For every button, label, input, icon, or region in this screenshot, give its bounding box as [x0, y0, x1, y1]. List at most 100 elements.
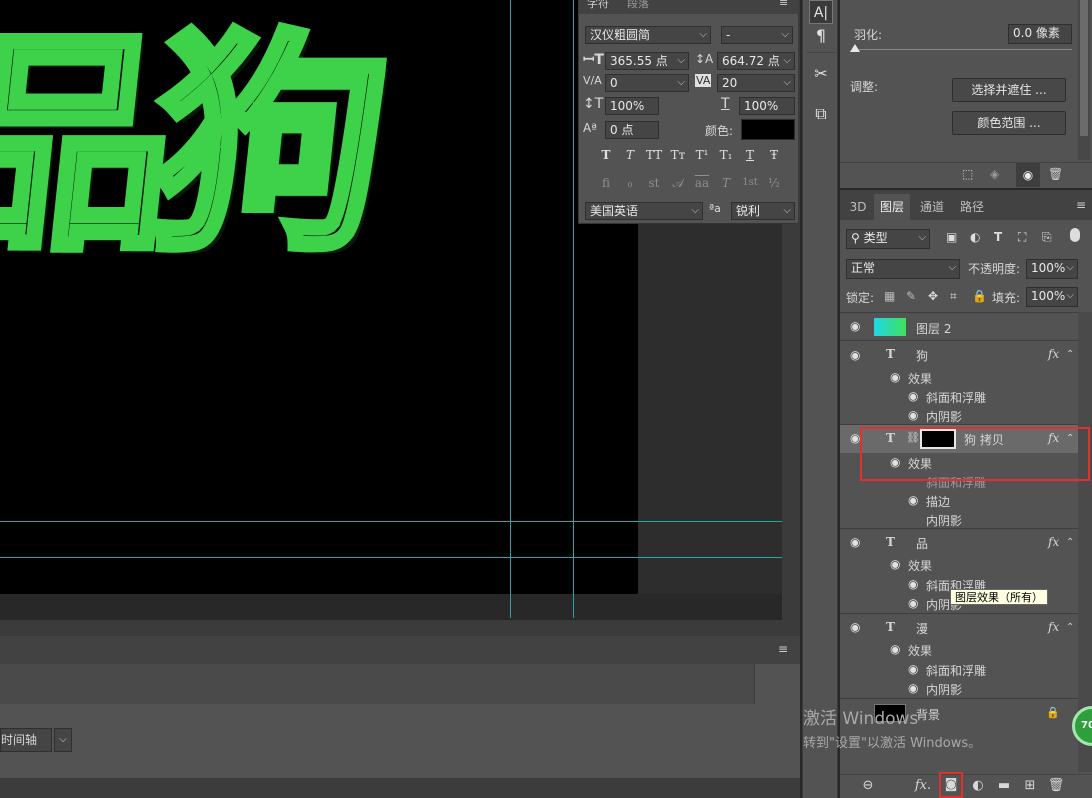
eye-icon[interactable]: ◉ [908, 681, 918, 695]
stylistic-alternates-button[interactable]: aa [691, 174, 713, 192]
opacity-field[interactable]: 100% ⌵ [1026, 259, 1078, 279]
filter-pixel-icon[interactable]: ▣ [946, 230, 957, 244]
fractions-button[interactable]: ½ [763, 174, 785, 192]
effect-name[interactable]: 斜面和浮雕 [926, 389, 986, 406]
new-group-icon[interactable]: ▬ [994, 776, 1014, 796]
properties-scrollbar[interactable] [1078, 0, 1090, 160]
faux-bold-button[interactable]: T [595, 146, 617, 164]
vertical-scale-field[interactable]: 100% [605, 97, 659, 115]
eye-icon[interactable]: ◉ [908, 577, 918, 591]
add-layer-style-icon[interactable]: fx. [913, 776, 933, 796]
tab-paths[interactable]: 路径 [954, 194, 990, 220]
underline-button[interactable]: T [739, 146, 761, 164]
select-and-mask-button[interactable]: 选择并遮住 ... [952, 78, 1066, 102]
paragraph-panel-icon[interactable]: ¶ [809, 24, 833, 48]
collapse-icon[interactable]: ⌃ [1066, 622, 1074, 633]
swash-button[interactable]: 𝒜 [667, 174, 689, 192]
layer-name[interactable]: 漫 [916, 620, 928, 637]
layer-name[interactable]: 背景 [916, 706, 940, 723]
contextual-alternates-button[interactable]: st [643, 174, 665, 192]
superscript-button[interactable]: T¹ [691, 146, 713, 164]
effect-name[interactable]: 内阴影 [926, 408, 962, 425]
collapse-icon[interactable]: ⌃ [1066, 349, 1074, 360]
ordinals-button[interactable]: 1st [739, 174, 761, 192]
font-size-field[interactable]: 365.55 点 ⌵ [605, 52, 689, 70]
strikethrough-button[interactable]: Ŧ [763, 146, 785, 164]
lock-icon[interactable]: 🔒 [1046, 706, 1060, 719]
trash-icon[interactable]: 🗑 [1048, 167, 1063, 181]
collapse-icon[interactable]: ⌃ [1066, 537, 1074, 548]
fill-field[interactable]: 100% ⌵ [1026, 287, 1078, 307]
filter-smartobject-icon[interactable]: ⎘ [1042, 230, 1052, 245]
blend-mode-select[interactable]: 正常 ⌵ [846, 259, 960, 279]
feather-slider-track[interactable] [854, 49, 1072, 50]
lock-position-icon[interactable]: ✥ [928, 289, 938, 303]
eye-icon[interactable]: ◉ [890, 557, 900, 571]
filter-toggle-icon[interactable] [1070, 228, 1080, 242]
filter-type-icon[interactable]: T [994, 230, 1002, 244]
layers-scrollbar[interactable] [1078, 312, 1092, 772]
eye-icon[interactable]: ◉ [908, 493, 918, 507]
effect-name[interactable]: 斜面和浮雕 [926, 662, 986, 679]
layer-list[interactable]: ◉ 图层 2 ◉ T 狗 fx ⌃ ◉ 效果 ◉ 斜面和浮雕 ◉ 内阴影 ◉ T… [840, 312, 1078, 772]
leading-field[interactable]: 664.72 点 ⌵ [717, 52, 795, 70]
layer-row[interactable]: ◉ T 漫 fx ⌃ ◉ 效果 ◉ 斜面和浮雕 ◉ 内阴影 [840, 613, 1078, 698]
fx-icon[interactable]: fx [1048, 620, 1059, 634]
font-style-select[interactable]: - ⌵ [721, 26, 793, 44]
eye-icon[interactable]: ◉ [850, 348, 860, 362]
all-caps-button[interactable]: TT [643, 146, 665, 164]
eye-icon[interactable]: ◉ [908, 408, 918, 422]
effect-name[interactable]: 内阴影 [926, 681, 962, 698]
apply-mask-icon[interactable]: ◈ [990, 167, 999, 181]
eye-icon[interactable]: ◉ [850, 431, 860, 445]
filter-adjustment-icon[interactable]: ◐ [970, 230, 980, 244]
eye-icon[interactable]: ◉ [850, 535, 860, 549]
add-mask-icon[interactable]: ◙ [939, 772, 963, 798]
horizontal-scale-field[interactable]: 100% [739, 97, 795, 115]
discretionary-ligature-button[interactable]: ℴ [619, 174, 641, 192]
font-family-select[interactable]: 汉仪粗圆简 ⌵ [585, 26, 711, 44]
panel-menu-icon[interactable]: ≡ [1076, 198, 1086, 212]
titling-alternates-button[interactable]: T [715, 174, 737, 192]
layer-name[interactable]: 图层 2 [916, 320, 951, 337]
lock-transparency-icon[interactable]: ▦ [884, 289, 895, 303]
eye-icon[interactable]: ◉ [850, 620, 860, 634]
eye-icon[interactable]: ◉ [890, 370, 900, 384]
load-selection-icon[interactable]: ⬚ [962, 167, 973, 181]
eye-icon[interactable]: ◉ [908, 662, 918, 676]
antialias-select[interactable]: 锐利 ⌵ [731, 202, 795, 220]
create-timeline-button[interactable]: 时间轴 [0, 728, 52, 752]
filter-shape-icon[interactable]: ⛶ [1018, 230, 1026, 245]
link-layers-icon[interactable]: ⊖ [858, 776, 878, 796]
horizontal-scrollbar[interactable] [0, 620, 800, 636]
document-canvas[interactable]: 品狗 品狗 [0, 0, 638, 594]
baseline-shift-field[interactable]: 0 点 [605, 121, 659, 139]
panel-menu-icon[interactable]: ≡ [778, 642, 788, 656]
filter-kind-select[interactable]: ⚲ 类型 ⌵ [846, 229, 930, 249]
kerning-field[interactable]: 0 ⌵ [605, 74, 689, 92]
eye-icon[interactable]: ◉ [890, 642, 900, 656]
fx-icon[interactable]: fx [1048, 535, 1059, 549]
panel-menu-icon[interactable]: ≡ [779, 0, 788, 9]
lock-all-icon[interactable]: 🔒 [972, 289, 987, 303]
glyphs-panel-icon[interactable]: ⧉ [809, 102, 833, 126]
feather-slider-handle[interactable] [850, 44, 860, 52]
adjustment-layer-icon[interactable]: ◐ [968, 776, 988, 796]
fx-icon[interactable]: fx [1048, 347, 1059, 361]
text-color-swatch[interactable] [741, 119, 795, 140]
character-panel-icon[interactable]: A| [809, 0, 833, 24]
ligature-button[interactable]: fi [595, 174, 617, 192]
new-layer-icon[interactable]: ⊞ [1020, 776, 1040, 796]
tools-icon[interactable]: ✂ [809, 62, 833, 86]
layer-row[interactable]: ◉ T 狗 fx ⌃ ◉ 效果 ◉ 斜面和浮雕 ◉ 内阴影 [840, 340, 1078, 424]
lock-artboard-icon[interactable]: ⌗ [950, 289, 957, 304]
color-range-button[interactable]: 颜色范围 ... [952, 111, 1066, 135]
layer-row[interactable]: ◉ 图层 2 [840, 312, 1078, 340]
eye-icon[interactable]: ◉ [908, 596, 918, 610]
lock-pixels-icon[interactable]: ✎ [906, 289, 916, 303]
feather-field[interactable]: 0.0 像素 [1008, 24, 1072, 44]
subscript-button[interactable]: T₁ [715, 146, 737, 164]
eye-icon[interactable]: ◉ [850, 319, 860, 333]
layer-name[interactable]: 狗 [916, 347, 928, 364]
eye-icon[interactable]: ◉ [908, 389, 918, 403]
